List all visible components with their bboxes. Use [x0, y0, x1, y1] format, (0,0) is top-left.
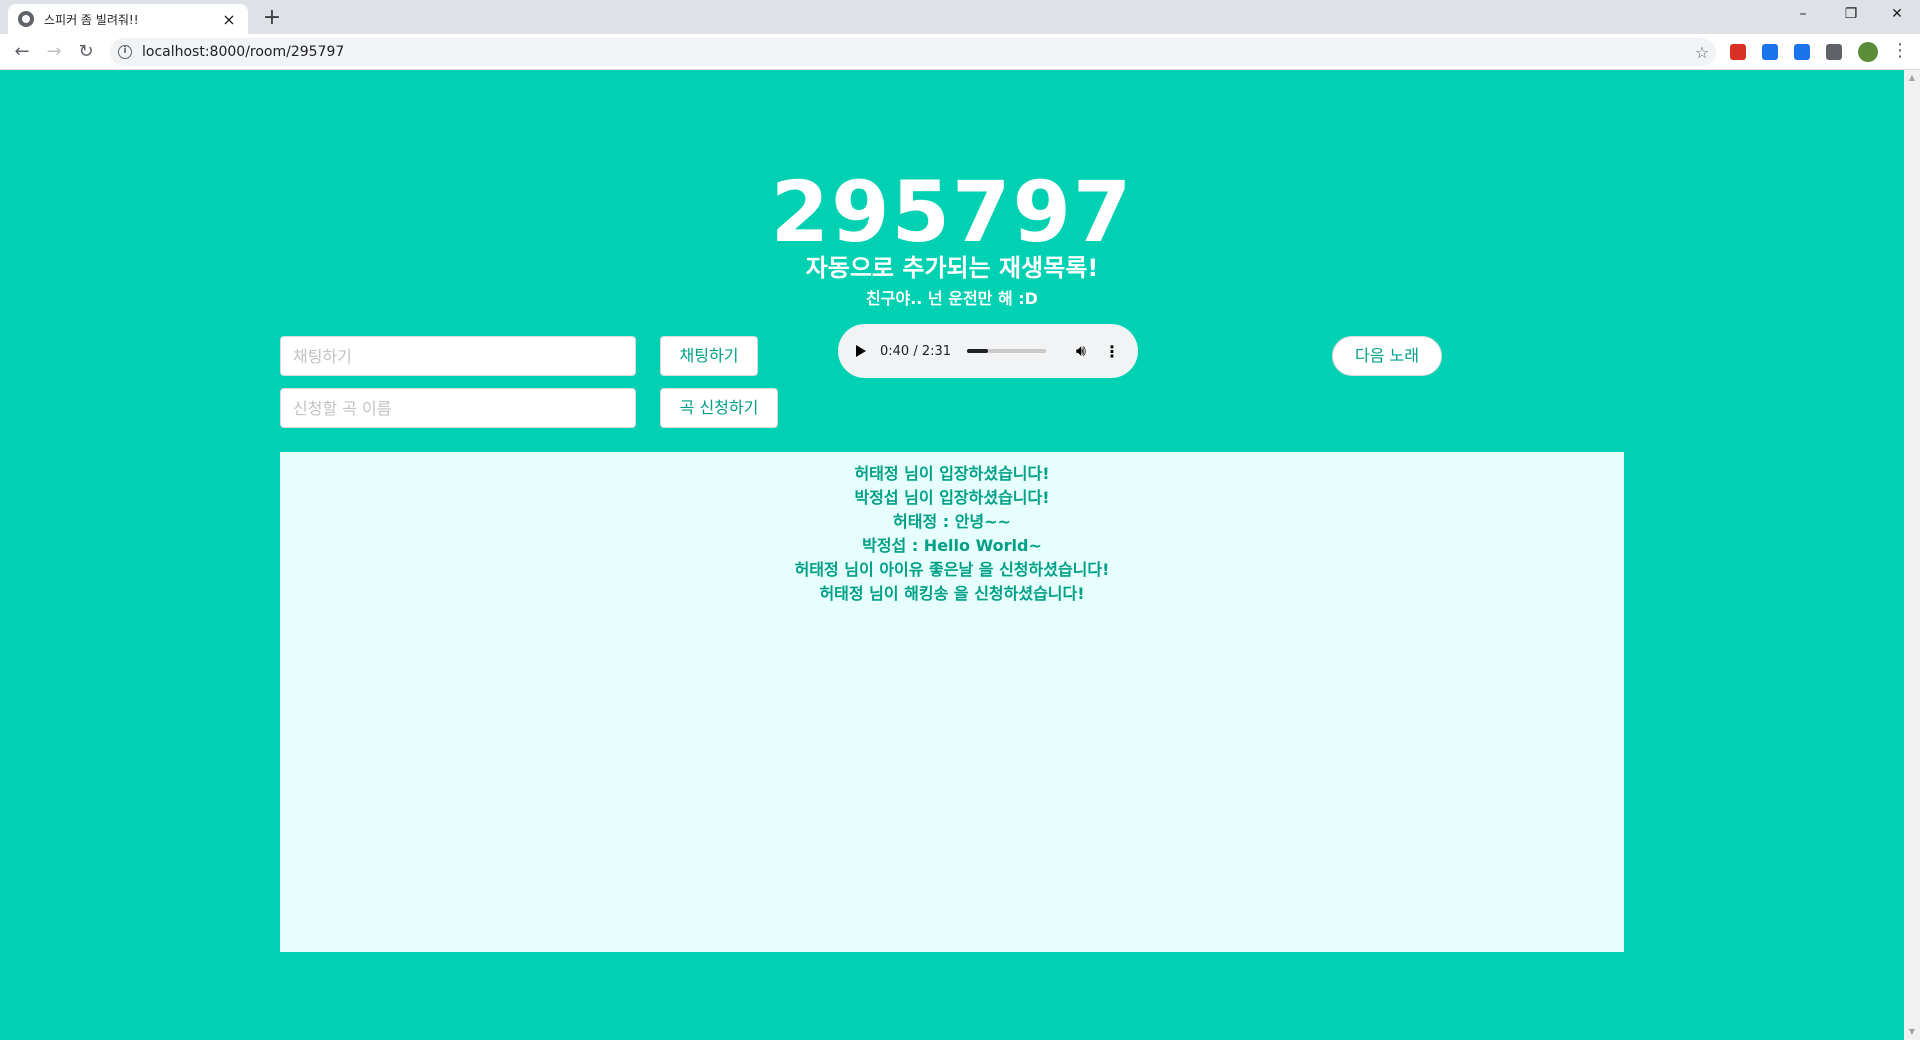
play-icon[interactable]	[856, 345, 866, 357]
next-song-button[interactable]: 다음 노래	[1332, 336, 1442, 376]
audio-time: 0:40 / 2:31	[880, 343, 952, 359]
song-request-button[interactable]: 곡 신청하기	[660, 388, 778, 428]
menu-dots-icon[interactable]: ⋮	[1890, 38, 1910, 66]
chat-message: 박정섭 : Hello World~	[862, 536, 1042, 555]
puzzle-icon[interactable]	[1826, 44, 1842, 60]
volume-icon[interactable]: 🔊︎	[1076, 341, 1086, 361]
page-subtitle: 자동으로 추가되는 재생목록!	[805, 254, 1099, 282]
globe-icon	[18, 11, 34, 27]
extension-icon[interactable]	[1762, 44, 1778, 60]
audio-player: 0:40 / 2:31 🔊︎ ⋮	[838, 324, 1138, 378]
tab-title: 스피커 좀 빌려줘!!	[44, 12, 139, 27]
chat-message: 허태정 : 안녕~~	[893, 512, 1011, 531]
minimize-button[interactable]: –	[1780, 0, 1826, 30]
chat-message: 허태정 님이 입장하셨습니다!	[854, 464, 1050, 483]
audio-seek-bar[interactable]	[967, 349, 1046, 353]
avatar[interactable]	[1858, 42, 1878, 62]
chat-input[interactable]	[280, 336, 636, 376]
chat-log: 허태정 님이 입장하셨습니다! 박정섭 님이 입장하셨습니다! 허태정 : 안녕…	[280, 452, 1624, 952]
tab-close-icon[interactable]: ×	[220, 10, 238, 29]
scrollbar[interactable]: ▲ ▼	[1904, 70, 1920, 1040]
page-tagline: 친구야.. 넌 운전만 해 :D	[866, 289, 1038, 308]
maximize-button[interactable]: ❐	[1828, 0, 1874, 30]
scroll-down-icon[interactable]: ▼	[1904, 1024, 1920, 1040]
chat-message: 박정섭 님이 입장하셨습니다!	[854, 488, 1050, 507]
chat-send-button[interactable]: 채팅하기	[660, 336, 758, 376]
browser-tab[interactable]: 스피커 좀 빌려줘!! ×	[8, 4, 248, 34]
audio-progress-fill	[967, 349, 988, 353]
extension-icon[interactable]	[1794, 44, 1810, 60]
browser-toolbar: ← → ↻ i localhost:8000/room/295797 ☆ ⋮	[0, 34, 1920, 70]
room-number: 295797	[770, 163, 1134, 261]
extension-icon[interactable]	[1730, 44, 1746, 60]
address-bar[interactable]: i localhost:8000/room/295797 ☆	[110, 38, 1716, 66]
chat-message: 허태정 님이 해킹송 을 신청하셨습니다!	[819, 584, 1085, 603]
url-text[interactable]: localhost:8000/room/295797	[142, 44, 1688, 60]
new-tab-button[interactable]: +	[258, 4, 286, 32]
chat-message: 허태정 님이 아이유 좋은날 을 신청하셨습니다!	[794, 560, 1110, 579]
info-icon[interactable]: i	[118, 45, 132, 59]
scroll-up-icon[interactable]: ▲	[1904, 70, 1920, 86]
bookmark-star-icon[interactable]: ☆	[1688, 43, 1716, 62]
more-options-icon[interactable]: ⋮	[1104, 342, 1120, 361]
close-window-button[interactable]: ✕	[1874, 0, 1920, 30]
song-request-input[interactable]	[280, 388, 636, 428]
forward-icon[interactable]: →	[40, 38, 68, 66]
page: 295797 자동으로 추가되는 재생목록! 친구야.. 넌 운전만 해 :D …	[0, 70, 1904, 1040]
back-icon[interactable]: ←	[8, 38, 36, 66]
reload-icon[interactable]: ↻	[72, 38, 100, 66]
tab-bar: 스피커 좀 빌려줘!! × + – ❐ ✕	[0, 0, 1920, 34]
